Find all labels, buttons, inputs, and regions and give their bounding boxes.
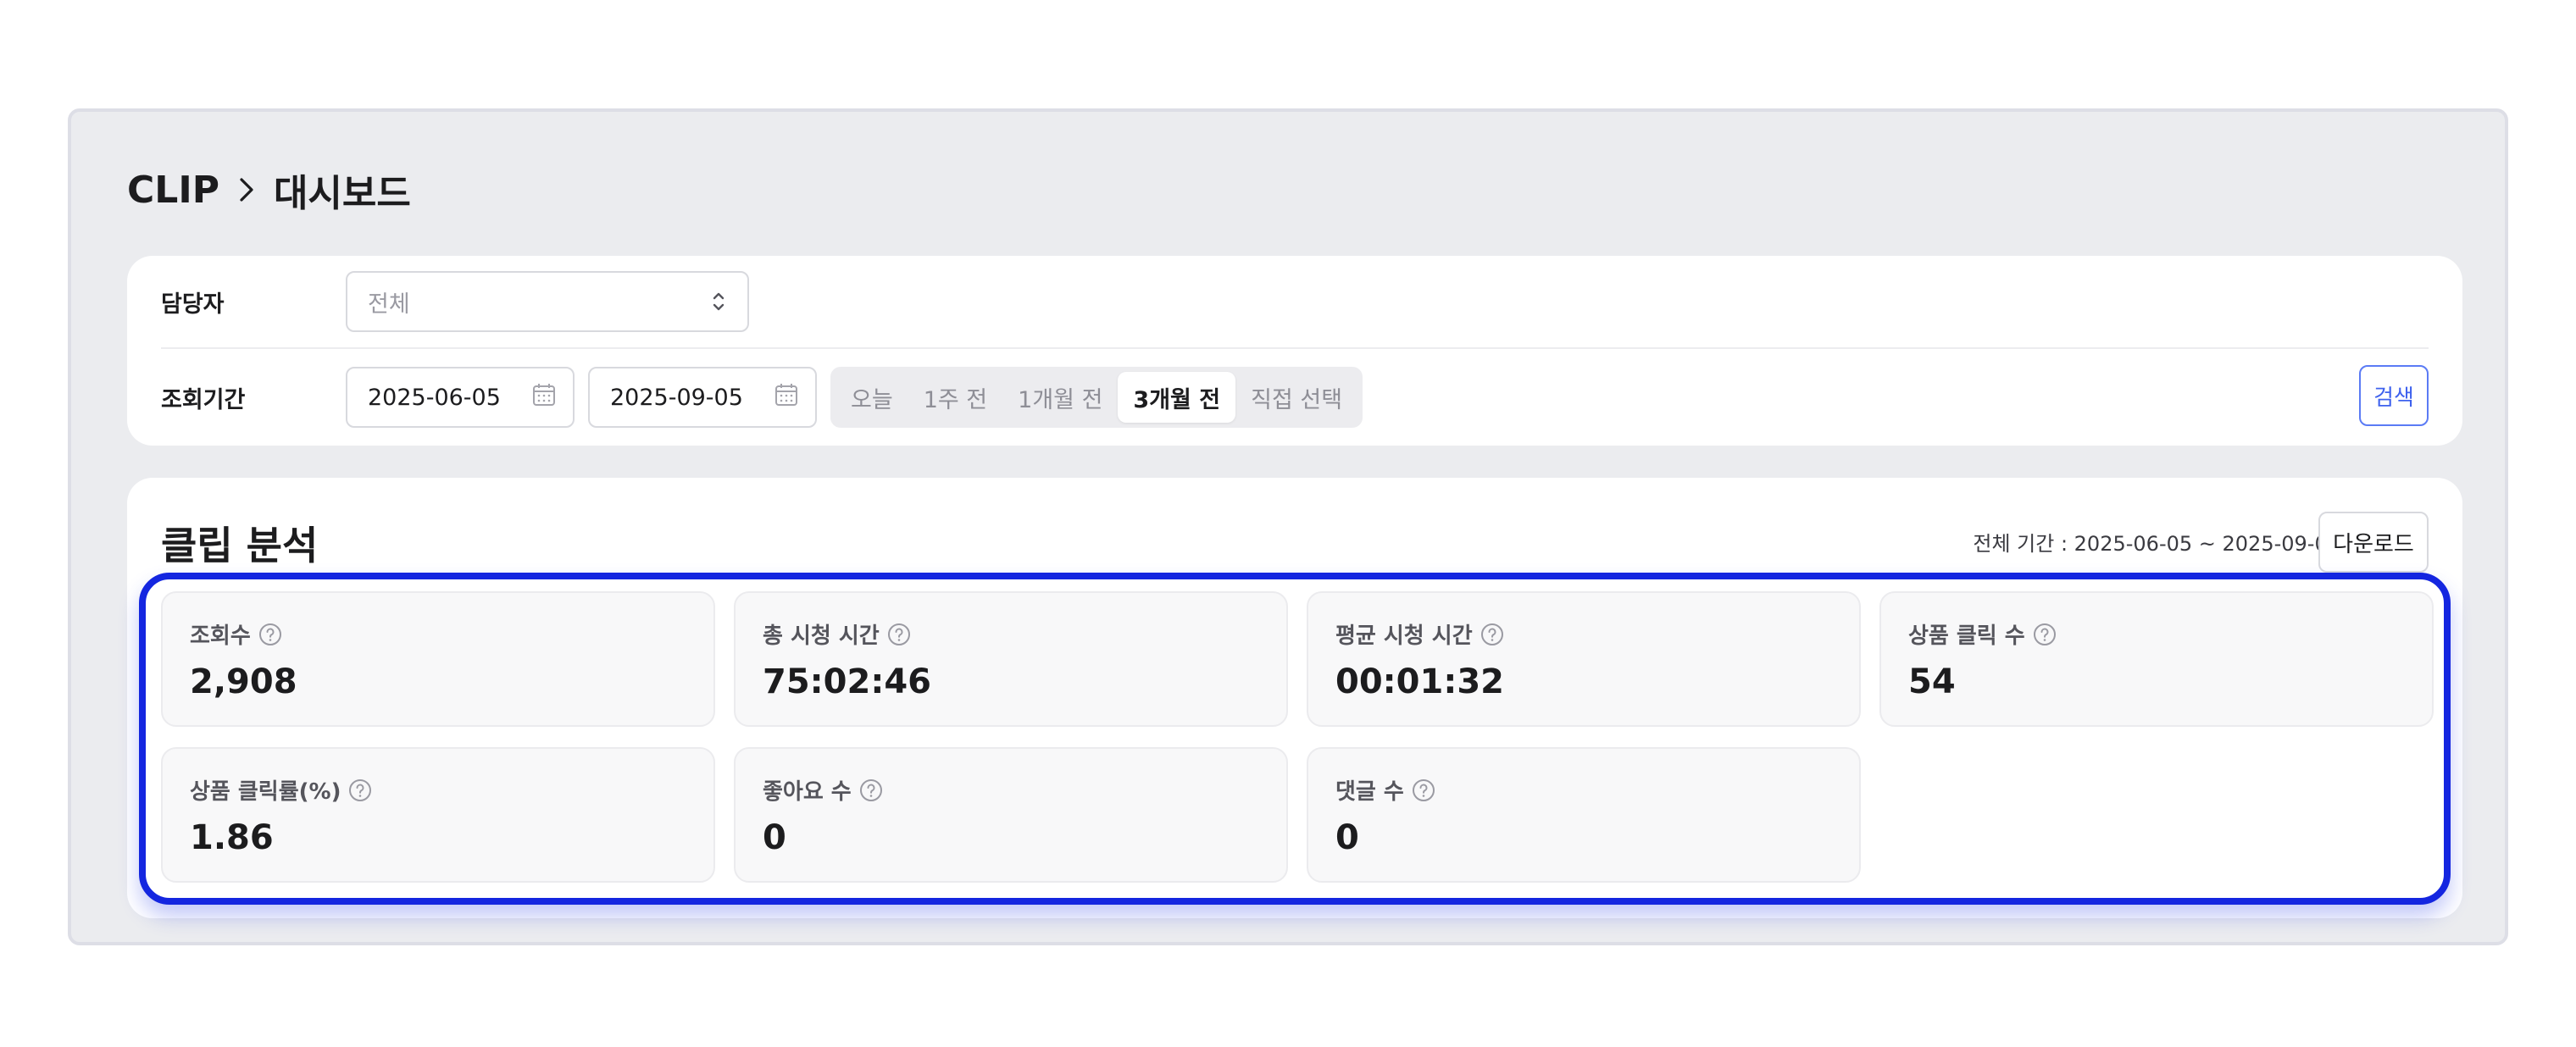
metric-value: 00:01:32 (1335, 662, 1504, 701)
metric-label: 댓글 수 (1335, 779, 1404, 805)
metric-value: 0 (1335, 818, 1359, 857)
chevron-right-icon (235, 164, 258, 215)
question-circle-icon[interactable] (886, 622, 912, 647)
question-circle-icon[interactable] (1480, 622, 1505, 647)
metric-label: 상품 클릭률(%) (190, 779, 341, 805)
breadcrumb: CLIP 대시보드 (127, 164, 411, 216)
search-button[interactable]: 검색 (2359, 365, 2429, 426)
period-filter-row: 조회기간 2025-06-05 2025-09-05 오늘 1주 전 1개월 전… (161, 349, 2429, 446)
calendar-icon (530, 381, 558, 414)
start-date-value: 2025-06-05 (368, 384, 501, 411)
metric-card-comments: 댓글 수 0 (1307, 747, 1861, 883)
range-option-custom[interactable]: 직접 선택 (1235, 372, 1357, 423)
period-label: 조회기간 (161, 386, 246, 413)
metric-card-click-rate: 상품 클릭률(%) 1.86 (161, 747, 715, 883)
question-circle-icon[interactable] (1411, 778, 1436, 803)
filter-panel: 담당자 전체 조회기간 2025-06-05 2025-09-05 오늘 1주 … (127, 256, 2462, 446)
calendar-icon (773, 381, 800, 414)
question-circle-icon[interactable] (858, 778, 884, 803)
clip-analysis-panel: 클립 분석 전체 기간 : 2025-06-05 ~ 2025-09-05 다운… (127, 478, 2462, 918)
metric-label: 좋아요 수 (763, 779, 852, 805)
metric-value: 2,908 (190, 662, 297, 701)
analysis-title: 클립 분석 (161, 523, 319, 568)
metric-card-likes: 좋아요 수 0 (734, 747, 1288, 883)
metric-value: 54 (1908, 662, 1956, 701)
download-button[interactable]: 다운로드 (2318, 512, 2429, 573)
metric-value: 0 (763, 818, 786, 857)
metric-label: 평균 시청 시간 (1335, 623, 1473, 649)
manager-select-value: 전체 (368, 291, 410, 318)
question-circle-icon[interactable] (258, 622, 283, 647)
range-option-1month[interactable]: 1개월 전 (1002, 372, 1118, 423)
metric-label: 총 시청 시간 (763, 623, 880, 649)
dashboard-frame: CLIP 대시보드 담당자 전체 조회기간 2025-06-05 2025-09… (68, 108, 2508, 945)
metric-value: 1.86 (190, 818, 274, 857)
range-segmented-control: 오늘 1주 전 1개월 전 3개월 전 직접 선택 (830, 367, 1363, 428)
end-date-input[interactable]: 2025-09-05 (588, 367, 817, 428)
metric-card-views: 조회수 2,908 (161, 591, 715, 727)
question-circle-icon[interactable] (347, 778, 373, 803)
end-date-value: 2025-09-05 (610, 384, 743, 411)
manager-label: 담당자 (161, 291, 225, 318)
metric-value: 75:02:46 (763, 662, 931, 701)
question-circle-icon[interactable] (2032, 622, 2057, 647)
manager-filter-row: 담당자 전체 (161, 256, 2429, 349)
range-option-3months[interactable]: 3개월 전 (1118, 372, 1236, 423)
range-option-today[interactable]: 오늘 (836, 372, 908, 423)
metric-card-product-clicks: 상품 클릭 수 54 (1879, 591, 2434, 727)
range-option-1week[interactable]: 1주 전 (908, 372, 1002, 423)
metric-label: 조회수 (190, 623, 251, 649)
metric-card-avg-watch-time: 평균 시청 시간 00:01:32 (1307, 591, 1861, 727)
chevron-updown-icon (710, 289, 727, 314)
metric-card-total-watch-time: 총 시청 시간 75:02:46 (734, 591, 1288, 727)
period-summary: 전체 기간 : 2025-06-05 ~ 2025-09-05 (1973, 532, 2340, 556)
metric-label: 상품 클릭 수 (1908, 623, 2025, 649)
start-date-input[interactable]: 2025-06-05 (346, 367, 575, 428)
manager-select[interactable]: 전체 (346, 271, 749, 332)
breadcrumb-current: 대시보드 (273, 172, 411, 215)
breadcrumb-root[interactable]: CLIP (127, 169, 219, 212)
